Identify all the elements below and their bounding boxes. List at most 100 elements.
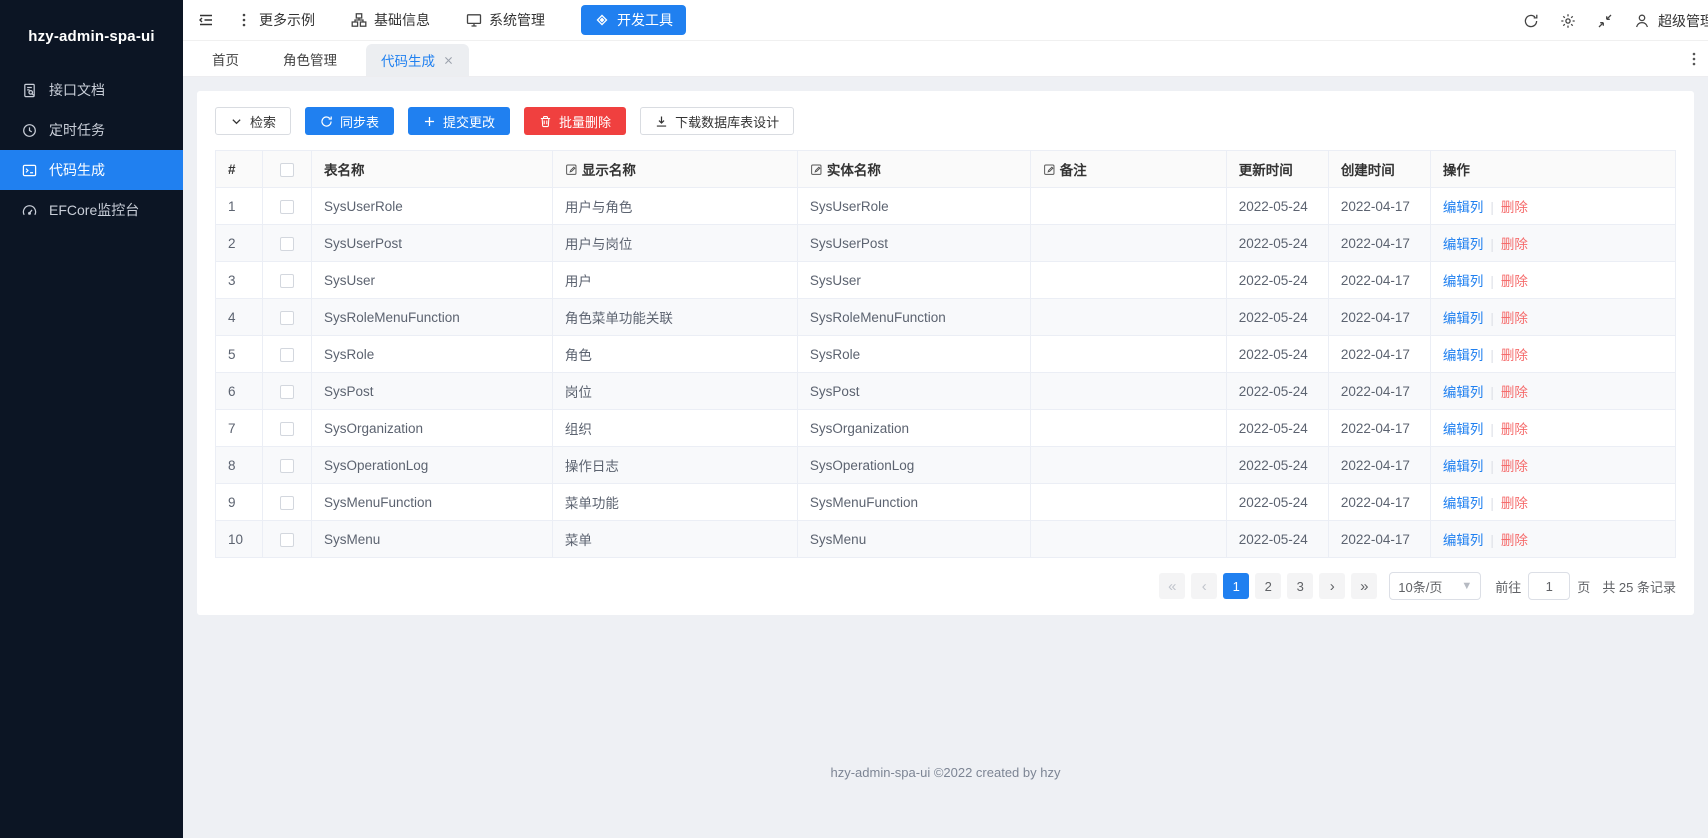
settings-icon[interactable]	[1560, 13, 1576, 29]
doc-search-icon	[22, 83, 37, 98]
first-page-button[interactable]: «	[1159, 573, 1185, 599]
tab-1[interactable]: 角色管理	[268, 41, 352, 76]
prev-page-button[interactable]: ‹	[1191, 573, 1217, 599]
nav-menu-desktop[interactable]: 系统管理	[466, 10, 545, 30]
delete-link[interactable]: 删除	[1501, 459, 1528, 474]
edit-columns-link[interactable]: 编辑列	[1443, 237, 1484, 252]
edit-columns-link[interactable]: 编辑列	[1443, 274, 1484, 289]
tab-0[interactable]: 首页	[197, 41, 254, 76]
cell-updated_at: 2022-05-24	[1226, 262, 1328, 299]
delete-link[interactable]: 删除	[1501, 274, 1528, 289]
last-page-button[interactable]: »	[1351, 573, 1377, 599]
row-checkbox[interactable]	[280, 385, 294, 399]
row-checkbox[interactable]	[280, 348, 294, 362]
select-all-checkbox[interactable]	[280, 163, 294, 177]
cell-table_name: SysUser	[311, 262, 552, 299]
edit-columns-link[interactable]: 编辑列	[1443, 311, 1484, 326]
delete-link[interactable]: 删除	[1501, 533, 1528, 548]
sidebar-item-label: EFCore监控台	[49, 200, 139, 220]
page-size-value: 10条/页	[1398, 577, 1442, 596]
username-label: 超级管理员	[1658, 11, 1708, 31]
delete-link[interactable]: 删除	[1501, 422, 1528, 437]
row-actions-cell: 编辑列|删除	[1430, 188, 1675, 225]
nav-menu-label: 开发工具	[617, 10, 673, 30]
user-menu[interactable]: 超级管理员	[1634, 11, 1708, 31]
cell-display_name: 用户	[552, 262, 797, 299]
row-checkbox[interactable]	[280, 311, 294, 325]
cell-remark	[1030, 521, 1226, 558]
edit-columns-link[interactable]: 编辑列	[1443, 533, 1484, 548]
action-separator: |	[1490, 496, 1494, 511]
cell-index: 6	[216, 373, 263, 410]
cell-index: 8	[216, 447, 263, 484]
page-button-2[interactable]: 2	[1255, 573, 1281, 599]
edit-columns-link[interactable]: 编辑列	[1443, 348, 1484, 363]
row-checkbox[interactable]	[280, 533, 294, 547]
refresh-icon[interactable]	[1523, 13, 1539, 29]
tab-2[interactable]: 代码生成	[366, 44, 469, 76]
table-row: 9SysMenuFunction菜单功能SysMenuFunction2022-…	[216, 484, 1676, 521]
chevron-down-icon	[230, 115, 243, 128]
edit-square-icon	[810, 163, 823, 176]
page-button-3[interactable]: 3	[1287, 573, 1313, 599]
cell-updated_at: 2022-05-24	[1226, 225, 1328, 262]
sidebar-item-doc-search[interactable]: 接口文档	[0, 70, 183, 110]
delete-link[interactable]: 删除	[1501, 348, 1528, 363]
row-checkbox[interactable]	[280, 496, 294, 510]
cell-display_name: 用户与岗位	[552, 225, 797, 262]
sidebar-item-gauge[interactable]: EFCore监控台	[0, 190, 183, 230]
edit-columns-link[interactable]: 编辑列	[1443, 200, 1484, 215]
sidebar-collapse-icon[interactable]	[198, 12, 214, 28]
delete-link[interactable]: 删除	[1501, 237, 1528, 252]
plus-button[interactable]: 提交更改	[408, 107, 510, 135]
action-separator: |	[1490, 348, 1494, 363]
button-label: 下载数据库表设计	[675, 112, 779, 131]
trash-icon	[539, 115, 552, 128]
delete-link[interactable]: 删除	[1501, 496, 1528, 511]
edit-columns-link[interactable]: 编辑列	[1443, 385, 1484, 400]
page-button-1[interactable]: 1	[1223, 573, 1249, 599]
cell-table_name: SysMenuFunction	[311, 484, 552, 521]
action-separator: |	[1490, 237, 1494, 252]
row-checkbox[interactable]	[280, 200, 294, 214]
chevron-down-button[interactable]: 检索	[215, 107, 291, 135]
delete-link[interactable]: 删除	[1501, 311, 1528, 326]
row-checkbox[interactable]	[280, 422, 294, 436]
cell-created_at: 2022-04-17	[1328, 373, 1430, 410]
column-header-actions: 操作	[1430, 151, 1675, 188]
delete-link[interactable]: 删除	[1501, 385, 1528, 400]
cell-entity_name: SysPost	[797, 373, 1030, 410]
sync-button[interactable]: 同步表	[305, 107, 394, 135]
goto-page-input[interactable]	[1528, 572, 1570, 600]
edit-columns-link[interactable]: 编辑列	[1443, 459, 1484, 474]
row-checkbox[interactable]	[280, 237, 294, 251]
edit-columns-link[interactable]: 编辑列	[1443, 496, 1484, 511]
gauge-icon	[22, 203, 37, 218]
download-button[interactable]: 下载数据库表设计	[640, 107, 794, 135]
sidebar: hzy-admin-spa-ui 接口文档 定时任务 代码生成 EFCore监控…	[0, 0, 183, 838]
sidebar-item-code[interactable]: 代码生成	[0, 150, 183, 190]
nav-menu-more-dots[interactable]: 更多示例	[236, 10, 315, 30]
trash-button[interactable]: 批量删除	[524, 107, 626, 135]
next-page-button[interactable]: ›	[1319, 573, 1345, 599]
row-checkbox[interactable]	[280, 459, 294, 473]
nav-menu-api[interactable]: 开发工具	[581, 5, 686, 35]
delete-link[interactable]: 删除	[1501, 200, 1528, 215]
cell-display_name: 岗位	[552, 373, 797, 410]
sidebar-item-clock[interactable]: 定时任务	[0, 110, 183, 150]
sidebar-item-label: 定时任务	[49, 120, 105, 140]
cell-table_name: SysRoleMenuFunction	[311, 299, 552, 336]
fullscreen-icon[interactable]	[1597, 13, 1613, 29]
row-select-cell	[262, 299, 311, 336]
column-header-created_at: 创建时间	[1328, 151, 1430, 188]
action-separator: |	[1490, 459, 1494, 474]
close-icon[interactable]	[443, 55, 454, 66]
cell-remark	[1030, 484, 1226, 521]
edit-columns-link[interactable]: 编辑列	[1443, 422, 1484, 437]
page-size-select[interactable]: 10条/页 ▼	[1389, 572, 1481, 600]
cell-index: 2	[216, 225, 263, 262]
tab-options-icon[interactable]	[1686, 41, 1702, 77]
column-label: 表名称	[324, 163, 365, 178]
nav-menu-cluster[interactable]: 基础信息	[351, 10, 430, 30]
row-checkbox[interactable]	[280, 274, 294, 288]
